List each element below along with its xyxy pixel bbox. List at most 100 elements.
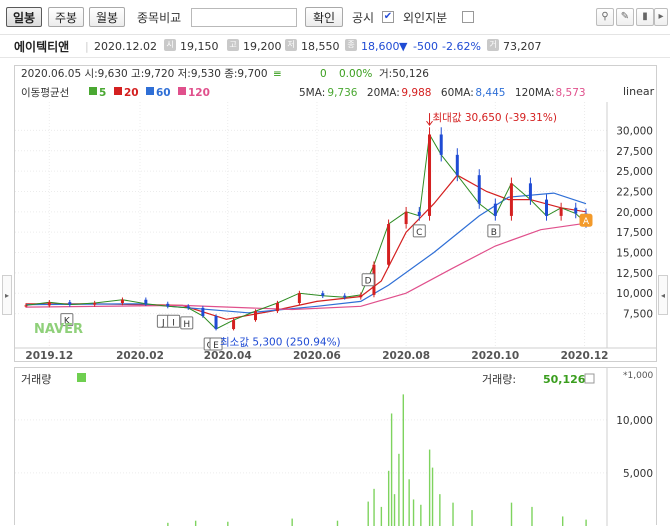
open-price: 19,150 xyxy=(180,40,219,53)
volume-bar xyxy=(398,453,400,526)
volume-chart[interactable]: 거래량 거래량: 50,126 *1,000 5,000 10,000 xyxy=(14,367,657,526)
legend-volume: 거:50,126 xyxy=(379,68,429,80)
candle-body xyxy=(24,305,28,307)
volume-bar xyxy=(408,479,410,526)
volume-bar xyxy=(291,518,293,526)
volume-icon: 거 xyxy=(487,39,499,51)
volume-bar xyxy=(510,502,513,526)
ma-legend-title: 이동평균선 xyxy=(21,87,69,99)
ma-swatch-20 xyxy=(114,87,122,95)
volume-value: 73,207 xyxy=(503,40,542,53)
separator: | xyxy=(85,40,89,53)
naver-watermark: NAVER xyxy=(34,322,83,337)
volume-bar xyxy=(393,494,396,526)
open-icon: 시 xyxy=(164,39,176,51)
change-value: -500 xyxy=(413,40,438,53)
price-chart-svg: 2020.06.05 시:9,630 고:9,720 저:9,530 종:9,7… xyxy=(15,68,656,361)
volume-grid xyxy=(15,419,607,474)
scroll-left-arrow[interactable]: ▸ xyxy=(2,275,12,315)
volume-bar xyxy=(452,502,454,526)
high-icon: 고 xyxy=(227,39,239,51)
compare-label: 종목비교 xyxy=(137,11,182,25)
candle-body xyxy=(321,293,325,296)
high-price: 19,200 xyxy=(243,40,282,53)
candle-body xyxy=(428,134,432,216)
scroll-right-arrow[interactable]: ◂ xyxy=(658,275,668,315)
price-chart[interactable]: 2020.06.05 시:9,630 고:9,720 저:9,530 종:9,7… xyxy=(14,65,657,362)
event-marker-label: E xyxy=(213,341,219,351)
ma-value: 9,988 xyxy=(401,87,431,99)
y-tick-label: 27,500 xyxy=(616,146,653,158)
y-tick-label: 7,500 xyxy=(623,309,653,321)
candle-body xyxy=(144,299,148,304)
y-tick-label: 20,000 xyxy=(616,207,653,219)
volume-unit-label: *1,000 xyxy=(623,371,654,381)
candle-body xyxy=(93,302,97,305)
eraser-icon[interactable]: ▮ xyxy=(636,8,654,26)
y-tick-label: 17,500 xyxy=(616,227,653,239)
ma-value: 8,445 xyxy=(475,87,505,99)
foreign-label: 외인지분 xyxy=(403,11,448,25)
compare-input[interactable] xyxy=(191,8,297,27)
ohlc-flat-icon: ≡ xyxy=(273,68,282,80)
play-icon[interactable]: ▸ xyxy=(654,8,668,26)
volume-legend-value: 50,126 xyxy=(543,373,586,386)
event-marker-label: B xyxy=(491,228,497,238)
candle-body xyxy=(343,295,347,298)
x-tick-label: 2020.02 xyxy=(116,350,164,361)
disclosure-checkbox[interactable]: ✔ xyxy=(382,11,394,23)
series-lines xyxy=(24,127,588,331)
x-axis: 2019.12 2020.02 2020.04 2020.06 2020.08 2020.… xyxy=(15,347,656,361)
candle-body xyxy=(417,211,421,216)
day-candle-button[interactable]: 일봉 xyxy=(6,7,42,27)
volume-bar xyxy=(561,516,564,526)
change-percent: -2.62% xyxy=(442,40,481,53)
event-marker-label: C xyxy=(416,228,422,238)
candle-body xyxy=(201,307,205,317)
event-marker-label: I xyxy=(172,318,175,328)
volume-bar xyxy=(373,488,375,526)
legend-change-percent: 0.00% xyxy=(339,68,372,80)
foreign-checkbox[interactable] xyxy=(462,11,474,23)
volume-bar xyxy=(194,520,197,526)
pin-icon[interactable]: ⚲ xyxy=(596,8,614,26)
scale-label[interactable]: linear xyxy=(623,85,655,98)
month-candle-button[interactable]: 월봉 xyxy=(89,7,125,27)
candle-body xyxy=(359,294,363,298)
candle-body xyxy=(404,211,408,225)
event-marker-label: H xyxy=(183,320,190,330)
volume-bar xyxy=(380,506,383,526)
ma-value-label: 60MA: xyxy=(441,87,474,99)
volume-bars xyxy=(167,394,587,526)
candle-body xyxy=(545,199,549,216)
ma-value: 8,573 xyxy=(556,87,586,99)
x-tick-label: 2020.10 xyxy=(471,350,519,361)
y-tick-label: 15,000 xyxy=(616,248,653,260)
volume-bar xyxy=(428,449,431,526)
pencil-icon[interactable]: ✎ xyxy=(616,8,634,26)
week-candle-button[interactable]: 주봉 xyxy=(48,7,84,27)
y-tick-label: 22,500 xyxy=(616,186,653,198)
candle-body xyxy=(47,302,51,306)
candle-body xyxy=(214,316,218,330)
close-icon: 종 xyxy=(345,39,357,51)
event-marker-label: J xyxy=(161,318,165,328)
candle-body xyxy=(559,207,563,216)
confirm-button[interactable]: 확인 xyxy=(305,7,343,27)
candle-body xyxy=(509,183,513,216)
x-tick-label: 2020.06 xyxy=(293,350,341,361)
y-tick-label: 10,000 xyxy=(616,288,653,300)
volume-bar xyxy=(439,494,441,526)
y-axis: 7,500 10,000 12,500 15,000 17,500 20,000 22,50… xyxy=(606,102,653,348)
volume-tick-label: 5,000 xyxy=(623,468,653,480)
ma-value: 9,736 xyxy=(327,87,357,99)
candle-body xyxy=(493,203,497,216)
volume-bar xyxy=(390,413,393,526)
quote-date: 2020.12.02 xyxy=(94,40,157,53)
x-tick-label: 2020.12 xyxy=(561,350,609,361)
ma-label-5: 5 xyxy=(99,87,106,99)
volume-close-icon[interactable] xyxy=(584,373,595,384)
min-value-label: 최소값 5,300 (250.94%) xyxy=(220,336,341,348)
low-price: 18,550 xyxy=(301,40,340,53)
volume-legend-label: 거래량: xyxy=(482,373,516,386)
